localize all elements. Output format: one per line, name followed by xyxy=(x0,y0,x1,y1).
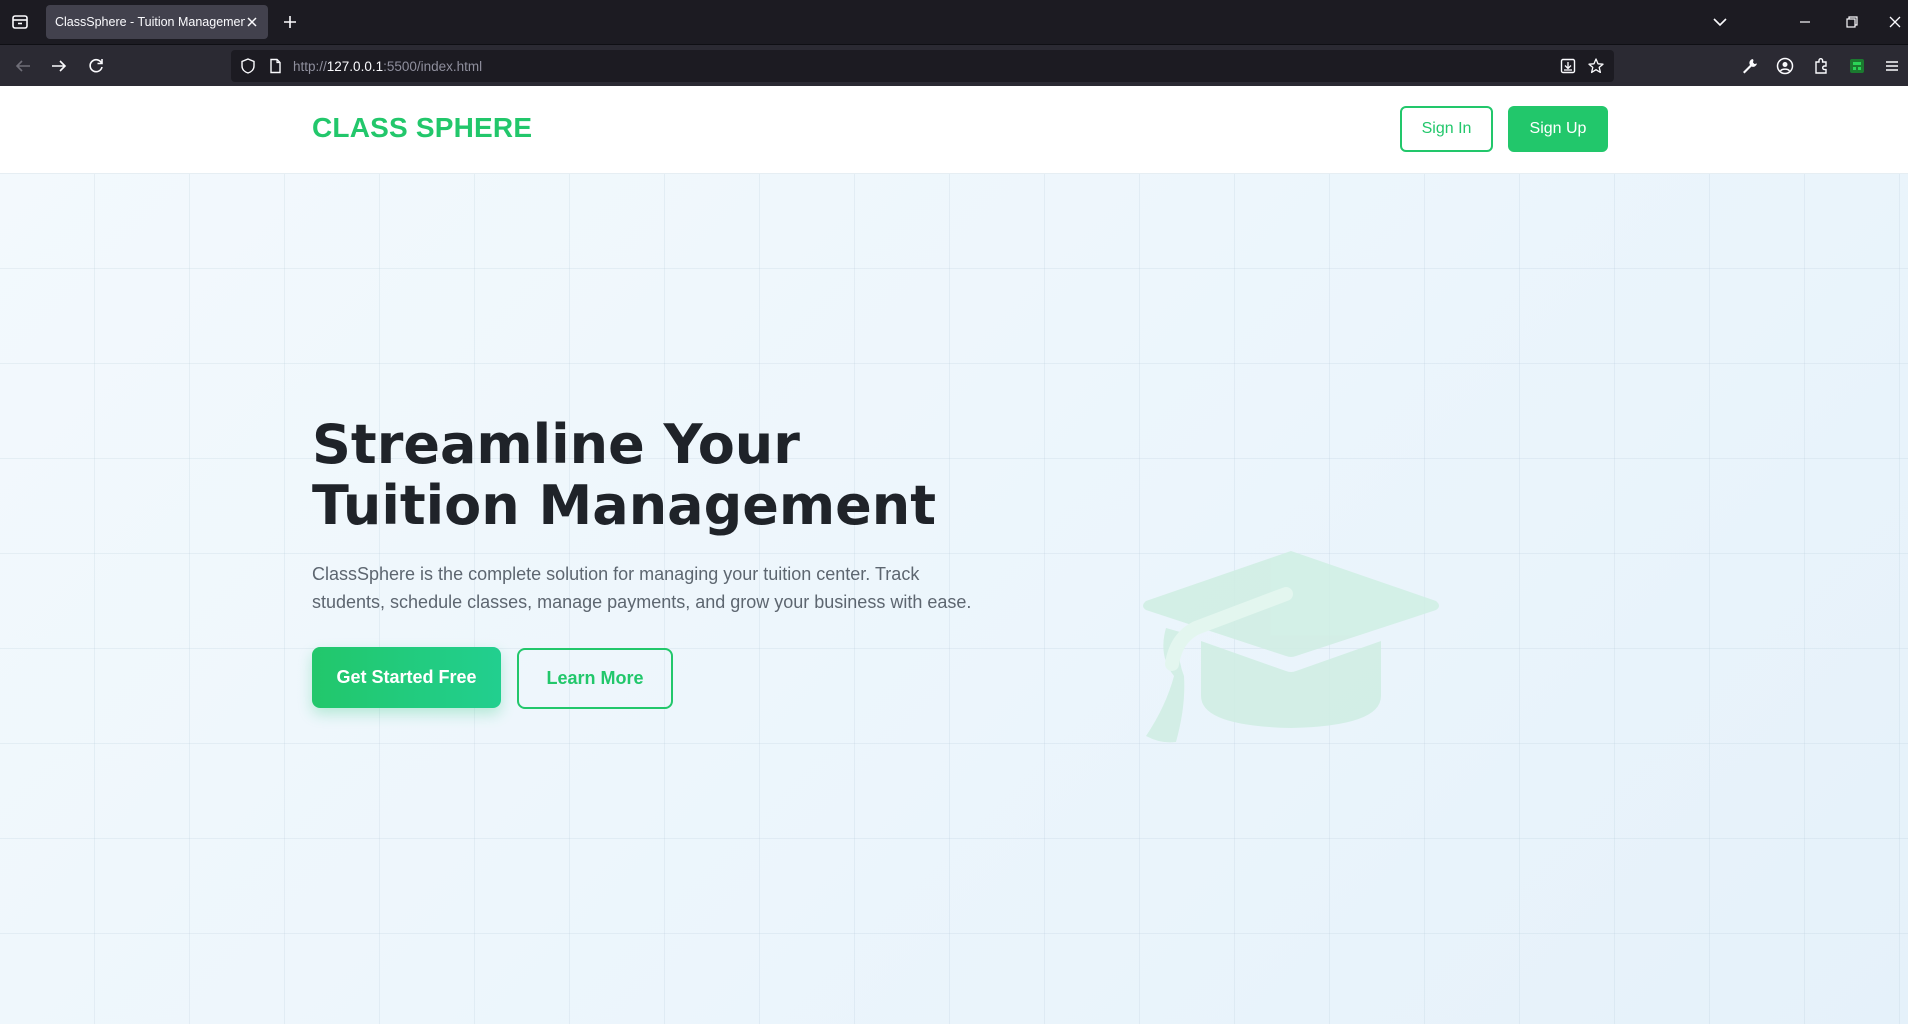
get-started-button[interactable]: Get Started Free xyxy=(312,647,501,708)
save-to-pocket-icon[interactable] xyxy=(1559,57,1577,75)
browser-tab-bar: ClassSphere - Tuition Management xyxy=(0,0,1908,44)
tab-list-icon[interactable] xyxy=(8,10,32,34)
browser-toolbar: http://127.0.0.1:5500/index.html xyxy=(0,44,1908,86)
extension-green-icon[interactable] xyxy=(1845,54,1869,78)
close-tab-icon[interactable] xyxy=(244,14,260,30)
address-bar[interactable]: http://127.0.0.1:5500/index.html xyxy=(231,50,1614,82)
hero-section: Streamline Your Tuition Management Class… xyxy=(0,174,1908,1024)
site-header: CLASS SPHERE Sign In Sign Up xyxy=(0,86,1908,174)
hero-title-line-2: Tuition Management xyxy=(312,474,937,537)
sign-up-button[interactable]: Sign Up xyxy=(1508,106,1608,152)
hero-description: ClassSphere is the complete solution for… xyxy=(312,564,972,612)
wrench-icon[interactable] xyxy=(1737,54,1761,78)
menu-hamburger-icon[interactable] xyxy=(1880,54,1904,78)
back-arrow-icon[interactable] xyxy=(11,54,35,78)
sign-in-button[interactable]: Sign In xyxy=(1400,106,1493,152)
url-scheme: http:// xyxy=(293,59,327,74)
tab-title: ClassSphere - Tuition Management xyxy=(55,15,245,29)
url-host: 127.0.0.1 xyxy=(326,59,384,74)
page-info-icon[interactable] xyxy=(266,57,284,75)
web-page: CLASS SPHERE Sign In Sign Up Streamline … xyxy=(0,86,1908,1024)
extensions-icon[interactable] xyxy=(1809,54,1833,78)
bookmark-star-icon[interactable] xyxy=(1587,57,1605,75)
shield-icon[interactable] xyxy=(239,57,257,75)
learn-more-button[interactable]: Learn More xyxy=(517,648,673,709)
forward-arrow-icon[interactable] xyxy=(47,54,71,78)
close-window-icon[interactable] xyxy=(1883,10,1907,34)
browser-tab-active[interactable]: ClassSphere - Tuition Management xyxy=(46,5,268,39)
tab-overflow-chevron-icon[interactable] xyxy=(1708,10,1732,34)
graduation-cap-icon xyxy=(1136,546,1446,776)
account-icon[interactable] xyxy=(1773,54,1797,78)
reload-icon[interactable] xyxy=(84,54,108,78)
hero-title: Streamline Your Tuition Management xyxy=(312,414,1112,536)
url-path: :5500/index.html xyxy=(383,59,483,74)
new-tab-icon[interactable] xyxy=(279,11,301,33)
minimize-icon[interactable] xyxy=(1793,10,1817,34)
hero-title-line-1: Streamline Your xyxy=(312,413,800,476)
url-text[interactable]: http://127.0.0.1:5500/index.html xyxy=(293,59,482,74)
brand-logo[interactable]: CLASS SPHERE xyxy=(312,112,532,144)
restore-icon[interactable] xyxy=(1839,10,1863,34)
